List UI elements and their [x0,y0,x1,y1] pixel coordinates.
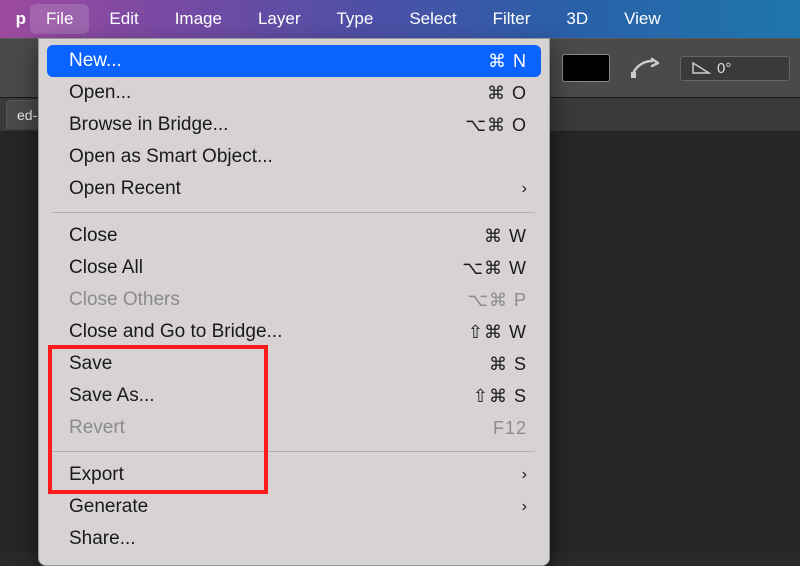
menu-item-label: Open Recent [69,178,509,200]
rotation-angle-field[interactable] [680,56,790,81]
menu-item-generate[interactable]: Generate› [39,491,549,523]
menu-select[interactable]: Select [391,0,474,38]
menu-filter[interactable]: Filter [475,0,549,38]
menu-separator [53,451,535,452]
menu-item-close-others: Close Others⌥⌘ P [39,284,549,316]
menu-file[interactable]: File [30,4,89,34]
menu-item-open-smart[interactable]: Open as Smart Object... [39,141,549,173]
menu-item-shortcut: ⌘ N [417,51,527,72]
menu-item-label: Open... [69,82,417,104]
menu-item-shortcut: ⌘ W [417,226,527,247]
menu-edit[interactable]: Edit [91,0,156,38]
menu-item-save[interactable]: Save⌘ S [39,348,549,380]
menu-item-save-as[interactable]: Save As...⇧⌘ S [39,380,549,412]
stroke-color-swatch[interactable] [562,54,610,82]
color-sampler-icon[interactable] [628,54,662,82]
chevron-right-icon: › [509,180,527,198]
menu-3d[interactable]: 3D [548,0,606,38]
menu-item-revert: RevertF12 [39,412,549,444]
menu-item-open[interactable]: Open...⌘ O [39,77,549,109]
menu-item-label: Revert [69,417,417,439]
menu-item-close-bridge[interactable]: Close and Go to Bridge...⇧⌘ W [39,316,549,348]
menu-item-label: Save [69,353,417,375]
menu-view[interactable]: View [606,0,679,38]
menu-image[interactable]: Image [157,0,240,38]
menubar: p FileEditImageLayerTypeSelectFilter3DVi… [0,0,800,38]
menu-item-label: Close and Go to Bridge... [69,321,417,343]
chevron-right-icon: › [509,498,527,516]
angle-icon [691,61,711,75]
rotation-angle-input[interactable] [717,60,757,77]
menu-item-label: Export [69,464,509,486]
menu-item-shortcut: ⌥⌘ O [417,115,527,136]
menu-item-close[interactable]: Close⌘ W [39,220,549,252]
menu-item-label: Share... [69,528,527,550]
menu-item-shortcut: ⇧⌘ W [417,322,527,343]
menu-item-shortcut: ⌘ O [417,83,527,104]
menu-layer[interactable]: Layer [240,0,319,38]
menu-item-label: Generate [69,496,509,518]
menu-item-shortcut: ⌥⌘ W [417,258,527,279]
app-name-fragment: p [0,0,28,38]
menu-separator [53,212,535,213]
menu-item-label: Save As... [69,385,417,407]
menu-item-label: Close All [69,257,417,279]
menu-item-browse-bridge[interactable]: Browse in Bridge...⌥⌘ O [39,109,549,141]
menu-item-shortcut: ⌥⌘ P [417,290,527,311]
menu-item-new[interactable]: New...⌘ N [47,45,541,77]
menu-item-label: Open as Smart Object... [69,146,527,168]
chevron-right-icon: › [509,466,527,484]
menu-item-shortcut: ⌘ S [417,354,527,375]
file-menu-dropdown: New...⌘ NOpen...⌘ OBrowse in Bridge...⌥⌘… [38,38,550,566]
menu-item-label: Browse in Bridge... [69,114,417,136]
menu-item-share[interactable]: Share... [39,523,549,555]
menu-item-close-all[interactable]: Close All⌥⌘ W [39,252,549,284]
menu-type[interactable]: Type [318,0,391,38]
menu-item-shortcut: ⇧⌘ S [417,386,527,407]
menu-item-open-recent[interactable]: Open Recent› [39,173,549,205]
menu-item-shortcut: F12 [417,418,527,439]
menu-item-export[interactable]: Export› [39,459,549,491]
menu-item-label: Close Others [69,289,417,311]
menu-item-label: New... [69,50,417,72]
menu-item-label: Close [69,225,417,247]
